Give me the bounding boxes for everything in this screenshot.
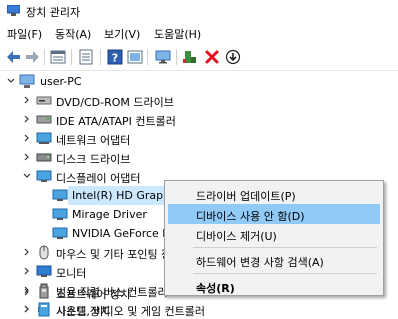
expand-chevron-icon[interactable]: [22, 152, 32, 162]
computer-icon: [19, 74, 35, 88]
toolbar-separator: [71, 49, 72, 65]
category-label: IDE ATA/ATAPI 컨트롤러: [56, 115, 176, 128]
monitor-device-icon: [36, 265, 52, 277]
device-label: Mirage Driver: [72, 208, 147, 221]
menu-item-label: 디바이스 제거(U): [196, 230, 277, 243]
category-label: 마우스 및 기타 포인팅 장치: [56, 248, 182, 261]
menu-file[interactable]: 파일(F): [5, 26, 44, 42]
menu-action[interactable]: 동작(A): [53, 26, 93, 42]
toolbar: ?: [0, 44, 398, 71]
category-label: DVD/CD-ROM 드라이브: [56, 96, 174, 109]
expand-chevron-icon[interactable]: [22, 114, 32, 124]
monitor-icon[interactable]: [155, 49, 171, 65]
expand-chevron-icon[interactable]: [22, 304, 32, 314]
network-adapter-icon: [36, 132, 52, 144]
menu-item-scan-hardware[interactable]: 하드웨어 변경 사항 검색(A): [168, 250, 380, 270]
disk-drive-icon: [36, 153, 52, 162]
ide-controller-icon: [36, 115, 52, 124]
tree-category-row[interactable]: 네트워크 어댑터: [0, 129, 398, 148]
menu-separator: [193, 273, 377, 274]
menu-item-label: 하드웨어 변경 사항 검색(A): [196, 256, 324, 269]
properties-grid-icon[interactable]: [50, 49, 66, 65]
add-driver-icon[interactable]: [182, 49, 198, 65]
menu-view[interactable]: 보기(V): [102, 26, 142, 42]
computer-name: user-PC: [40, 75, 82, 88]
expand-chevron-icon[interactable]: [22, 133, 32, 143]
category-label: 디스플레이 어댑터: [56, 172, 141, 185]
context-menu: 드라이버 업데이트(P) 디바이스 사용 안 함(D) 디바이스 제거(U) 하…: [164, 180, 384, 296]
software-device-icon: [39, 286, 49, 299]
menu-item-label: 드라이버 업데이트(P): [196, 190, 296, 203]
tree-category-row[interactable]: IDE ATA/ATAPI 컨트롤러: [0, 110, 398, 129]
expand-chevron-icon[interactable]: [22, 287, 32, 297]
menu-item-properties[interactable]: 속성(R): [168, 276, 380, 296]
list-view-icon[interactable]: [78, 49, 94, 65]
expand-chevron-icon[interactable]: [22, 266, 32, 276]
menu-item-label: 디바이스 사용 안 함(D): [196, 210, 305, 223]
menu-item-disable-device[interactable]: 디바이스 사용 안 함(D): [168, 204, 380, 224]
tree-category-row[interactable]: 시스템 장치: [0, 300, 398, 319]
mouse-icon: [39, 245, 49, 260]
display-device-icon: [52, 227, 68, 239]
display-device-icon: [52, 189, 68, 201]
menu-item-uninstall-device[interactable]: 디바이스 제거(U): [168, 224, 380, 244]
help-icon[interactable]: ?: [107, 49, 123, 65]
category-label: 네트워크 어댑터: [56, 134, 131, 147]
back-arrow-icon[interactable]: [6, 49, 22, 65]
menu-help[interactable]: 도움말(H): [152, 26, 203, 42]
forward-arrow-icon[interactable]: [24, 49, 40, 65]
tree-root-row[interactable]: user-PC: [0, 72, 398, 91]
download-icon[interactable]: [225, 49, 241, 65]
menu-bar: 파일(F) 동작(A) 보기(V) 도움말(H): [0, 24, 398, 42]
category-label: 모니터: [56, 267, 87, 280]
expand-chevron-icon[interactable]: [22, 95, 32, 105]
collapse-chevron-icon[interactable]: [22, 171, 32, 181]
device-manager-icon: [7, 5, 20, 16]
system-device-icon: [38, 302, 50, 317]
display-adapter-icon: [36, 170, 52, 182]
window-title: 장치 관리자: [26, 6, 81, 19]
menu-separator: [193, 247, 377, 248]
toolbar-separator: [100, 49, 101, 65]
expand-chevron-icon[interactable]: [22, 247, 32, 257]
toolbar-separator: [147, 49, 148, 65]
toolbar-separator: [176, 49, 177, 65]
menu-item-label: 속성(R): [196, 282, 235, 295]
svg-text:?: ?: [112, 52, 118, 65]
collapse-chevron-icon[interactable]: [6, 76, 16, 86]
display-device-icon: [52, 208, 68, 220]
tree-category-row[interactable]: 디스크 드라이브: [0, 148, 398, 167]
category-label: 디스크 드라이브: [56, 153, 131, 166]
toolbar-separator: [44, 49, 45, 65]
tree-category-row[interactable]: DVD/CD-ROM 드라이브: [0, 91, 398, 110]
menu-item-update-driver[interactable]: 드라이버 업데이트(P): [168, 184, 380, 204]
title-bar: 장치 관리자: [0, 0, 398, 22]
scan-hardware-icon[interactable]: [127, 49, 143, 65]
uninstall-x-icon[interactable]: [204, 49, 220, 65]
dvd-drive-icon: [36, 96, 52, 105]
